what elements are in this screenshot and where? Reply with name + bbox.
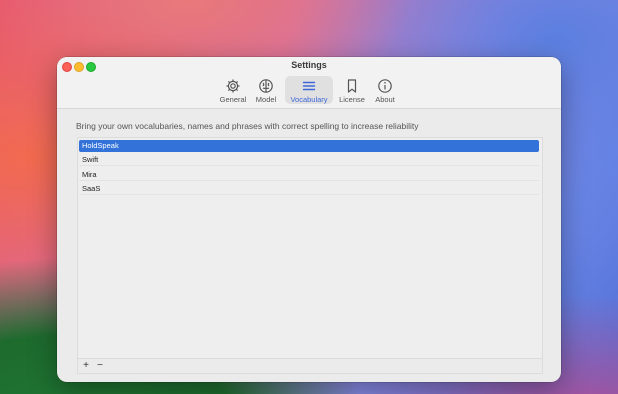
vocabulary-list[interactable]: HoldSpeak Swift Mira SaaS + − (77, 137, 543, 374)
list-footer: + − (78, 358, 542, 373)
gear-icon (226, 79, 240, 93)
tab-vocabulary[interactable]: Vocabulary (285, 76, 333, 104)
tab-about[interactable]: About (371, 76, 399, 104)
bookmark-icon (347, 79, 357, 93)
info-icon (378, 79, 392, 93)
tab-model-label: Model (255, 95, 277, 104)
list-item[interactable]: Mira (79, 169, 539, 181)
settings-window: Settings General Model Vocabulary Licens… (57, 57, 561, 382)
vocabulary-description: Bring your own vocalubaries, names and p… (76, 121, 419, 131)
list-lines-icon (302, 81, 316, 91)
window-title: Settings (291, 60, 327, 70)
titlebar: Settings General Model Vocabulary Licens… (57, 57, 561, 109)
tab-general-label: General (219, 95, 247, 104)
tab-model[interactable]: Model (252, 76, 280, 104)
list-item[interactable]: SaaS (79, 183, 539, 195)
remove-item-button[interactable]: − (94, 359, 106, 373)
add-item-button[interactable]: + (80, 359, 92, 373)
tab-general[interactable]: General (216, 76, 250, 104)
tab-license[interactable]: License (336, 76, 368, 104)
list-item[interactable]: HoldSpeak (79, 140, 539, 152)
tab-license-label: License (339, 95, 365, 104)
brain-icon (259, 79, 273, 93)
tab-vocabulary-label: Vocabulary (290, 95, 328, 104)
list-item[interactable]: Swift (79, 154, 539, 166)
tab-about-label: About (375, 95, 395, 104)
